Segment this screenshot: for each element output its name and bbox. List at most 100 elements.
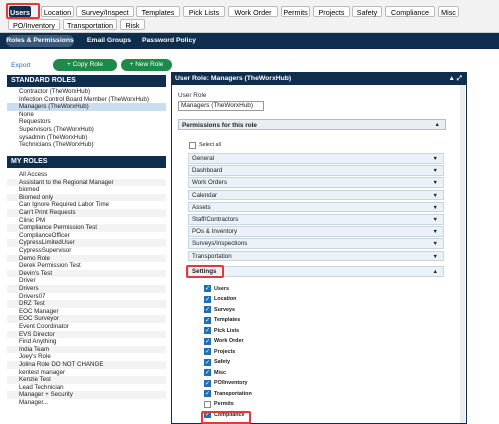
- list-item[interactable]: Joey's Role: [7, 353, 166, 361]
- list-item[interactable]: Can't Print Requests: [7, 209, 166, 217]
- list-item[interactable]: Find Anything: [7, 338, 166, 346]
- settings-checkbox-label: Permits: [214, 401, 234, 407]
- list-item[interactable]: All Access: [7, 171, 166, 179]
- tab-templates[interactable]: Templates: [136, 6, 180, 17]
- select-all-label: Select all: [199, 142, 221, 148]
- settings-checkbox-compliance[interactable]: ✓: [204, 411, 211, 418]
- list-item[interactable]: CypressSupervisor: [7, 247, 166, 255]
- list-item[interactable]: Lead Technician: [7, 384, 166, 392]
- subtab-password-policy[interactable]: Password Policy: [140, 35, 198, 47]
- settings-checkbox-label: Misc: [214, 369, 226, 376]
- list-item[interactable]: Event Coordinator: [7, 323, 166, 331]
- chevron-down-icon: ▼: [432, 253, 438, 260]
- export-link[interactable]: Export: [11, 62, 31, 69]
- list-item[interactable]: biomed: [7, 186, 166, 194]
- section-dashboard[interactable]: Dashboard ▼: [188, 165, 444, 176]
- settings-checkbox-projects[interactable]: ✓: [204, 348, 211, 355]
- settings-checkbox-location[interactable]: ✓: [204, 295, 211, 303]
- tab-location[interactable]: Location: [41, 6, 74, 17]
- tab-pick-lists[interactable]: Pick Lists: [183, 6, 225, 17]
- list-item[interactable]: EVS Director: [7, 330, 166, 339]
- settings-checkbox-misc[interactable]: ✓: [204, 369, 211, 376]
- list-item[interactable]: Devin's Test: [7, 269, 166, 278]
- section-work-orders[interactable]: Work Orders ▼: [188, 177, 444, 188]
- section-settings[interactable]: Settings ▲: [188, 266, 444, 277]
- user-role-input[interactable]: Managers (TheWorxHub): [178, 101, 264, 111]
- settings-checkbox-pick-lists[interactable]: ✓: [204, 327, 211, 334]
- list-item[interactable]: Clinic PM: [7, 217, 166, 225]
- list-item[interactable]: Derek Permission Test: [7, 262, 166, 270]
- list-item[interactable]: Contractor (TheWorxHub): [7, 88, 166, 96]
- list-item[interactable]: sysadmin (TheWorxHub): [7, 134, 166, 142]
- chevron-down-icon: ▼: [432, 192, 438, 199]
- top-nav: Users Location Survey/Inspect Templates Pick…: [0, 0, 499, 33]
- list-item[interactable]: Technicians (TheWorxHub): [7, 141, 166, 149]
- settings-checkbox-label: Users: [214, 285, 229, 292]
- list-item[interactable]: Manager + Security: [7, 391, 166, 399]
- list-item[interactable]: India Team: [7, 345, 166, 354]
- list-item[interactable]: Kenzie Test: [7, 376, 166, 384]
- tab-po-inventory[interactable]: PO/Inventory: [8, 19, 60, 30]
- list-item[interactable]: Driver: [7, 277, 166, 285]
- scrollbar[interactable]: [460, 85, 465, 423]
- new-role-button[interactable]: + New Role: [121, 59, 172, 71]
- settings-checkbox-surveys[interactable]: ✓: [204, 306, 211, 313]
- list-item[interactable]: EOC Surveyor: [7, 315, 166, 323]
- list-item[interactable]: Managers (TheWorxHub): [7, 103, 166, 111]
- section-general[interactable]: General ▼: [188, 153, 444, 164]
- chevron-down-icon: ▼: [432, 204, 438, 211]
- list-item[interactable]: Biomed only: [7, 193, 166, 202]
- permissions-header[interactable]: Permissions for this role ▲: [178, 119, 446, 130]
- tab-work-order[interactable]: Work Order: [228, 6, 278, 17]
- list-item[interactable]: Assistant to the Regional Manager: [7, 178, 166, 187]
- select-all-checkbox[interactable]: [189, 142, 196, 149]
- subtab-roles-permissions[interactable]: Roles & Permissions: [6, 35, 74, 47]
- section-transportation[interactable]: Transportation ▼: [188, 250, 444, 262]
- chevron-down-icon: ▼: [432, 217, 438, 223]
- settings-checkbox-po-inventory[interactable]: ✓: [204, 379, 211, 387]
- section-staff-contractors[interactable]: Staff/Contractors ▼: [188, 214, 444, 225]
- my-roles-header: MY ROLES: [7, 156, 166, 168]
- tab-risk[interactable]: Risk: [120, 19, 145, 30]
- subtab-email-groups[interactable]: Email Groups: [84, 35, 134, 47]
- chevron-down-icon: ▼: [432, 156, 438, 162]
- list-item[interactable]: EOC Manager: [7, 308, 166, 316]
- settings-checkbox-users[interactable]: ✓: [204, 285, 211, 292]
- settings-checkbox-templates[interactable]: ✓: [204, 316, 211, 324]
- list-item[interactable]: DRZ Test: [7, 300, 166, 308]
- settings-checkbox-transportation[interactable]: ✓: [204, 390, 211, 397]
- list-item[interactable]: Compliance Permission Test: [7, 224, 166, 232]
- panel-controls-icon[interactable]: ▲ ⤢: [449, 73, 462, 85]
- list-item[interactable]: kentest manager: [7, 369, 166, 377]
- list-item[interactable]: Drivers: [7, 285, 166, 293]
- list-item[interactable]: Drivers07: [7, 293, 166, 301]
- list-item[interactable]: Manager...: [7, 399, 166, 407]
- section-surveys-inspections[interactable]: Surveys/Inspections ▼: [188, 238, 444, 249]
- tab-users[interactable]: Users: [9, 6, 31, 17]
- list-item[interactable]: Can Ignore Required Labor Time: [7, 201, 166, 209]
- settings-checkbox-safety[interactable]: ✓: [204, 358, 211, 366]
- list-item[interactable]: Jolina Role DO NOT CHANGE: [7, 361, 166, 369]
- settings-checkbox-label: Surveys: [214, 306, 235, 313]
- section-label: General: [192, 155, 215, 162]
- settings-checkbox-work-order[interactable]: ✓: [204, 337, 211, 345]
- section-pos-inventory[interactable]: POs & Inventory ▼: [188, 226, 444, 237]
- tab-compliance[interactable]: Compliance: [385, 6, 435, 17]
- section-assets[interactable]: Assets ▼: [188, 201, 444, 213]
- list-item[interactable]: Demo Role: [7, 254, 166, 263]
- tab-permits[interactable]: Permits: [281, 6, 310, 17]
- tab-safety[interactable]: Safety: [352, 6, 382, 17]
- tab-misc[interactable]: Misc: [438, 6, 459, 17]
- copy-role-button[interactable]: + Copy Role: [53, 59, 117, 71]
- list-item[interactable]: CypressLimitedUser: [7, 239, 166, 247]
- tab-survey-inspect[interactable]: Survey/Inspect: [76, 6, 134, 17]
- settings-checkbox-permits[interactable]: [204, 400, 211, 408]
- tab-projects[interactable]: Projects: [313, 6, 350, 17]
- list-item[interactable]: Supervisors (TheWorxHub): [7, 126, 166, 134]
- list-item[interactable]: Requestors: [7, 118, 166, 126]
- section-calendar[interactable]: Calendar ▼: [188, 189, 444, 201]
- list-item[interactable]: None: [7, 111, 166, 119]
- list-item[interactable]: Infection Control Board Member (TheWorxH…: [7, 96, 166, 104]
- list-item[interactable]: ComplianceOfficer: [7, 232, 166, 240]
- tab-transportation[interactable]: Transportation: [63, 19, 117, 30]
